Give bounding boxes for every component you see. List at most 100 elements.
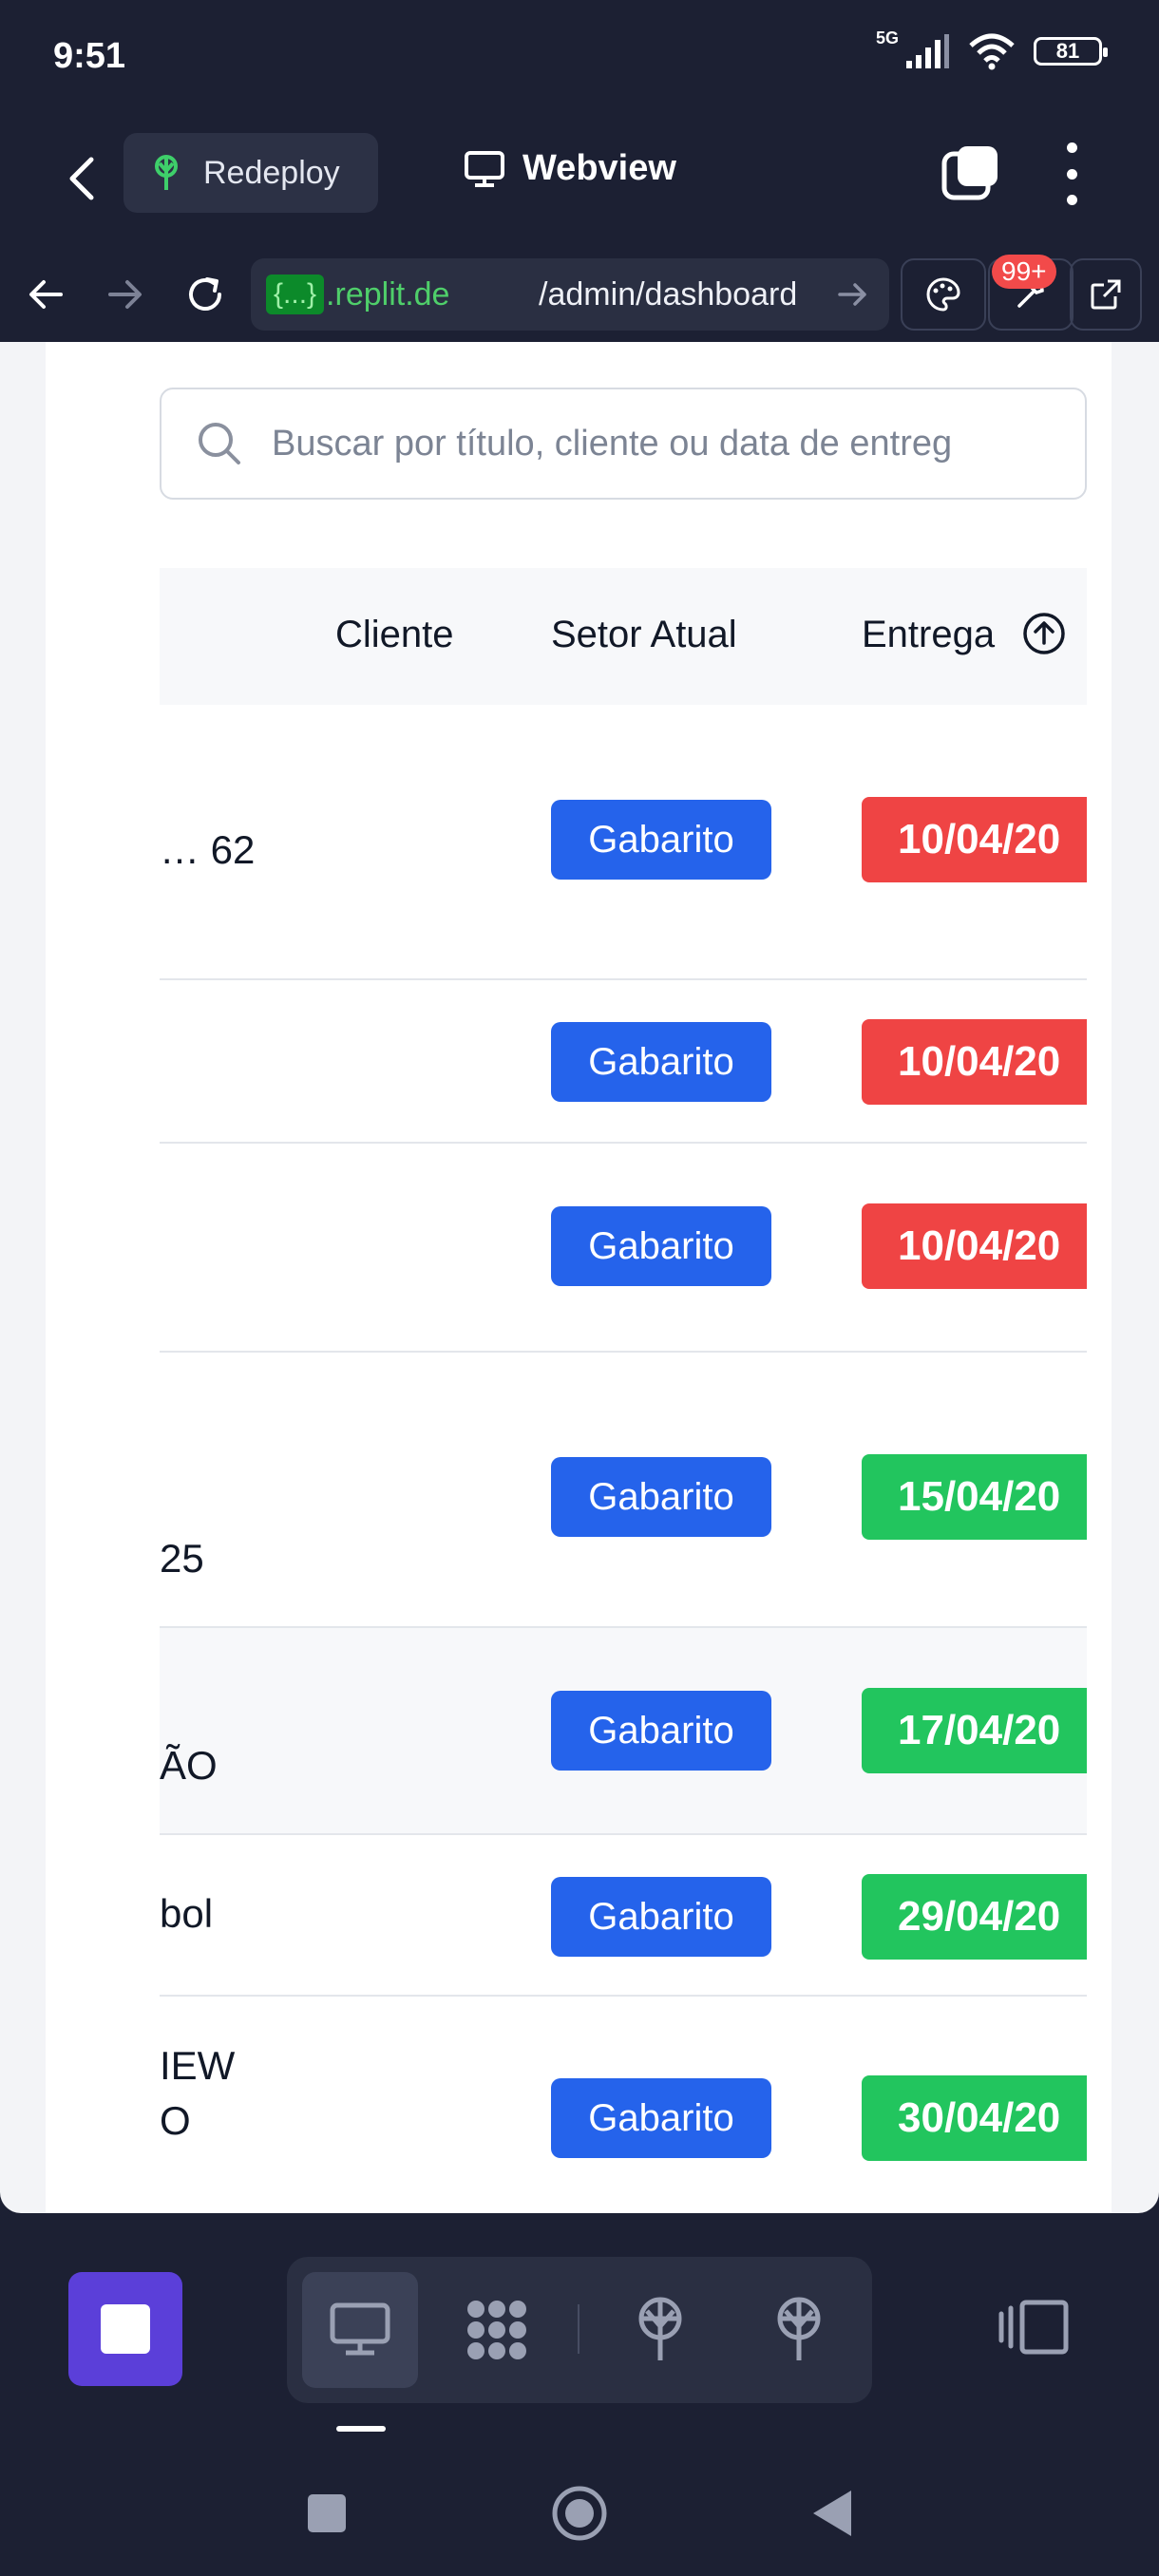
- sector-badge: Gabarito: [551, 1877, 771, 1957]
- due-date-badge: 10/04/20: [862, 797, 1087, 882]
- browser-forward-button[interactable]: [99, 268, 152, 321]
- theme-button[interactable]: [901, 258, 986, 331]
- dot-icon: [1066, 168, 1077, 180]
- notification-badge: 99+: [992, 255, 1056, 289]
- panels-button[interactable]: [998, 2289, 1074, 2365]
- row-title-fragment: 25: [160, 1536, 204, 1581]
- sector-badge: Gabarito: [551, 1457, 771, 1537]
- webview-tab[interactable]: Webview: [464, 148, 676, 189]
- deploy-icon: [777, 2297, 821, 2360]
- table-header: Cliente Setor Atual Entrega: [160, 568, 1087, 705]
- workflow-pane-button[interactable]: [439, 2272, 555, 2388]
- due-date-badge: 17/04/20: [862, 1688, 1087, 1773]
- search-icon: [199, 423, 240, 464]
- arrow-right-icon: [108, 280, 142, 309]
- projects-table: Cliente Setor Atual Entrega … 62 Gabarito…: [160, 568, 1087, 2213]
- table-row[interactable]: bol Gabarito 29/04/20: [160, 1835, 1087, 1997]
- dot-icon: [1066, 142, 1077, 153]
- open-external-button[interactable]: [1070, 258, 1142, 331]
- dot-icon: [1066, 195, 1077, 205]
- nodes-icon: [467, 2301, 526, 2359]
- search-input[interactable]: Buscar por título, cliente ou data de en…: [160, 388, 1087, 500]
- triangle-back-icon: [813, 2491, 851, 2536]
- table-row[interactable]: … 62 Gabarito 10/04/20: [160, 705, 1087, 980]
- search-placeholder: Buscar por título, cliente ou data de en…: [272, 423, 953, 464]
- active-pane-indicator: [336, 2426, 386, 2432]
- table-row[interactable]: IEW O Gabarito 30/04/20: [160, 1997, 1087, 2213]
- row-title-fragment: O: [160, 2098, 191, 2143]
- battery-level: 81: [1055, 39, 1080, 63]
- table-row[interactable]: Gabarito 10/04/20: [160, 980, 1087, 1144]
- monitor-icon: [330, 2302, 390, 2356]
- deployments-pane-button[interactable]: [741, 2272, 857, 2388]
- external-link-icon: [1091, 279, 1121, 310]
- browser-back-button[interactable]: [19, 268, 72, 321]
- due-date-badge: 10/04/20: [862, 1019, 1087, 1105]
- panels-icon: [998, 2300, 1069, 2355]
- stop-button[interactable]: [68, 2272, 182, 2386]
- wifi-icon: [969, 33, 1015, 70]
- sort-ascending-icon[interactable]: [1022, 612, 1066, 655]
- sector-badge: Gabarito: [551, 1691, 771, 1771]
- home-circle-icon: [552, 2486, 607, 2541]
- redeploy-button[interactable]: Redeploy: [124, 133, 378, 213]
- url-domain: .replit.de: [326, 275, 450, 313]
- due-date-badge: 29/04/20: [862, 1874, 1087, 1960]
- deploy-icon: [638, 2297, 682, 2360]
- deploy-pane-button[interactable]: [602, 2272, 718, 2388]
- sector-badge: Gabarito: [551, 2078, 771, 2158]
- signal-icon: [906, 34, 949, 68]
- status-bar: 9:51 5G 81: [0, 0, 1159, 114]
- url-bar: {...} .replit.de /admin/dashboard 99+: [0, 247, 1159, 342]
- header-sector[interactable]: Setor Atual: [551, 614, 737, 656]
- due-date-badge: 30/04/20: [862, 2075, 1087, 2161]
- arrow-left-icon: [29, 280, 63, 309]
- bottom-toolbar: [0, 2213, 1159, 2441]
- back-button[interactable]: [57, 150, 104, 207]
- row-title-fragment: … 62: [160, 827, 256, 872]
- go-arrow-icon[interactable]: [836, 277, 870, 312]
- header-client[interactable]: Cliente: [335, 614, 454, 656]
- webview-pane-button[interactable]: [302, 2272, 418, 2388]
- due-date-badge: 15/04/20: [862, 1454, 1087, 1540]
- deploy-icon: [155, 155, 178, 190]
- recents-button[interactable]: [298, 2485, 355, 2542]
- palette-icon: [926, 277, 960, 312]
- header-due[interactable]: Entrega: [862, 614, 995, 656]
- due-date-badge: 10/04/20: [862, 1203, 1087, 1289]
- webview-page: Buscar por título, cliente ou data de en…: [0, 342, 1159, 2213]
- tabs-button[interactable]: [940, 142, 1001, 203]
- reload-icon: [189, 277, 221, 311]
- url-brace: {...}: [266, 275, 325, 314]
- status-time: 9:51: [53, 36, 126, 76]
- battery-icon: 81: [1034, 37, 1108, 66]
- monitor-icon: [465, 150, 504, 187]
- network-type-label: 5G: [875, 28, 899, 47]
- dashboard-card: Buscar por título, cliente ou data de en…: [46, 342, 1112, 2213]
- more-options-button[interactable]: [1054, 142, 1089, 205]
- toolbar-divider: [578, 2304, 580, 2354]
- square-icon: [308, 2494, 346, 2532]
- row-title-fragment: ÃO: [160, 1743, 218, 1788]
- status-icons: 5G 81: [876, 28, 1108, 70]
- table-row[interactable]: 25 Gabarito 15/04/20: [160, 1353, 1087, 1628]
- android-navigation: [0, 2441, 1159, 2576]
- app-bar: Redeploy Webview: [0, 114, 1159, 247]
- url-path: /admin/dashboard: [539, 275, 798, 313]
- home-button[interactable]: [551, 2485, 608, 2542]
- system-back-button[interactable]: [804, 2485, 861, 2542]
- webview-tab-label: Webview: [522, 148, 676, 188]
- redeploy-label: Redeploy: [203, 154, 340, 191]
- sector-badge: Gabarito: [551, 1022, 771, 1102]
- table-row[interactable]: Gabarito 10/04/20: [160, 1144, 1087, 1353]
- tabs-icon: [941, 146, 998, 200]
- row-title-fragment: bol: [160, 1891, 214, 1936]
- stop-icon: [101, 2304, 150, 2354]
- pane-switcher: [287, 2257, 872, 2403]
- chevron-left-icon: [69, 157, 94, 200]
- table-row[interactable]: ÃO Gabarito 17/04/20: [160, 1628, 1087, 1835]
- url-field[interactable]: {...} .replit.de /admin/dashboard: [251, 258, 889, 331]
- sector-badge: Gabarito: [551, 800, 771, 880]
- sector-badge: Gabarito: [551, 1206, 771, 1286]
- reload-button[interactable]: [179, 268, 232, 321]
